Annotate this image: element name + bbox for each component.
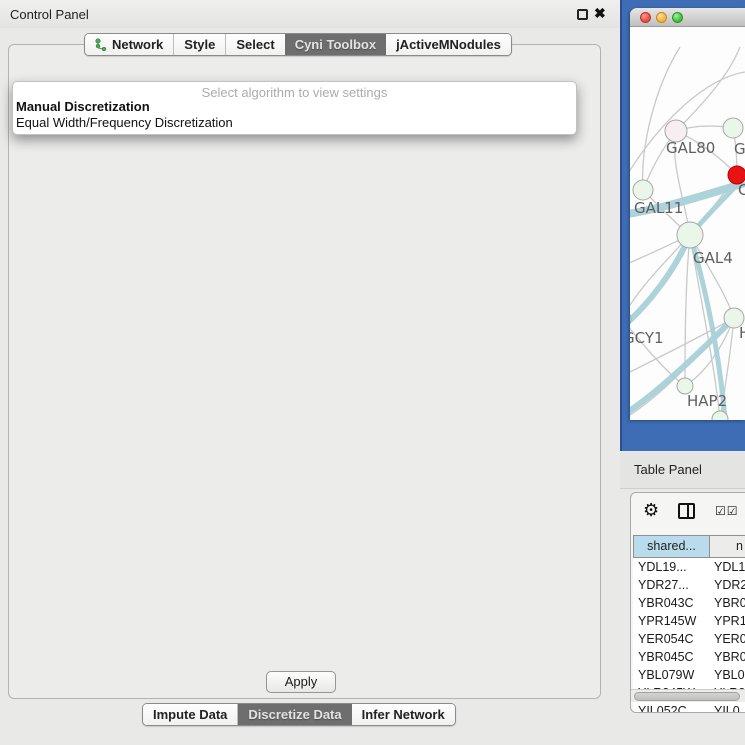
table-row[interactable]: YIL052CYIL0 — [633, 702, 745, 713]
cell-shared-name: YER054C — [633, 630, 714, 648]
close-traffic-light[interactable] — [640, 12, 651, 23]
apply-button[interactable]: Apply — [266, 671, 336, 693]
cell-name: YBR0 — [714, 594, 745, 612]
tab-network-label: Network — [112, 34, 163, 55]
close-icon[interactable]: ✖ — [594, 5, 606, 22]
cell-name: YPR1 — [714, 612, 745, 630]
table-header-row: shared... n — [633, 535, 745, 558]
column-header-shared[interactable]: shared... — [633, 535, 710, 558]
tab-select[interactable]: Select — [226, 34, 284, 55]
tab-impute-data-label: Impute Data — [153, 704, 227, 725]
popup-item[interactable]: Manual Discretization — [13, 99, 576, 115]
network-icon — [95, 38, 107, 51]
gear-icon[interactable]: ⚙ — [643, 500, 659, 521]
node-label: GA — [734, 140, 745, 158]
tab-style-label: Style — [184, 34, 215, 55]
scrollbar-thumb[interactable] — [634, 692, 740, 701]
tab-cyni-toolbox-label: Cyni Toolbox — [295, 34, 376, 55]
split-table-icon[interactable] — [678, 503, 695, 519]
node-label: HAP2 — [687, 392, 727, 410]
table-panel-title: Table Panel — [634, 462, 702, 477]
node-label: H — [739, 324, 745, 342]
table-row[interactable]: YBR043CYBR0 — [633, 594, 745, 612]
cell-shared-name: YBR045C — [633, 648, 714, 666]
cell-shared-name: YPR145W — [633, 612, 714, 630]
popup-placeholder: Select algorithm to view settings — [13, 82, 576, 99]
table-row[interactable]: YBR045CYBR0 — [633, 648, 745, 666]
cell-shared-name: YDL19... — [633, 558, 714, 576]
cell-shared-name: YBR043C — [633, 594, 714, 612]
zoom-traffic-light[interactable] — [672, 12, 683, 23]
network-node[interactable] — [633, 180, 653, 200]
cell-name: YDL1 — [714, 558, 745, 576]
network-node[interactable] — [630, 310, 631, 328]
tab-style[interactable]: Style — [174, 34, 226, 55]
table-horizontal-scrollbar[interactable] — [631, 689, 745, 702]
cell-name: YER0 — [714, 630, 745, 648]
network-node[interactable] — [677, 222, 703, 248]
top-tab-bar: Network Style Select Cyni Toolbox jActiv… — [84, 33, 512, 56]
table-row[interactable]: YDL19...YDL1 — [633, 558, 745, 576]
tab-cyni-toolbox[interactable]: Cyni Toolbox — [285, 34, 386, 55]
bottom-tab-bar: Impute Data Discretize Data Infer Networ… — [142, 703, 456, 726]
network-window-titlebar[interactable] — [630, 8, 745, 27]
minimize-traffic-light[interactable] — [656, 12, 667, 23]
node-label: GAL80 — [666, 139, 715, 157]
tab-discretize-data[interactable]: Discretize Data — [238, 704, 351, 725]
cell-name: YBR0 — [714, 648, 745, 666]
node-label: C — [738, 181, 745, 199]
tab-jactivemnodules-label: jActiveMNodules — [396, 34, 501, 55]
tab-discretize-data-label: Discretize Data — [248, 704, 341, 725]
popup-item[interactable]: Equal Width/Frequency Discretization — [13, 115, 576, 131]
checkbox-icons[interactable]: ☑☑ — [715, 504, 739, 518]
tab-infer-network[interactable]: Infer Network — [352, 704, 455, 725]
node-label: GCY1 — [630, 329, 664, 347]
cyni-toolbox-panel — [8, 44, 601, 699]
control-panel-titlebar: Control Panel ✖ — [0, 0, 620, 28]
tab-select-label: Select — [236, 34, 274, 55]
tab-impute-data[interactable]: Impute Data — [143, 704, 238, 725]
table-panel-container: ⚙ ☑☑ shared... n YDL19...YDL1YDR27...YDR… — [630, 492, 745, 713]
network-view-window: GAL80 GA C GAL11 GAL4 GCY1 H HAP2 — [630, 8, 745, 420]
panel-title: Control Panel — [10, 7, 89, 22]
cell-shared-name: YIL052C — [633, 702, 714, 713]
table-row[interactable]: YPR145WYPR1 — [633, 612, 745, 630]
cell-name: YBL0 — [714, 666, 745, 684]
tab-jactivemnodules[interactable]: jActiveMNodules — [386, 34, 511, 55]
tab-network[interactable]: Network — [85, 34, 174, 55]
table-row[interactable]: YDR27...YDR2 — [633, 576, 745, 594]
node-label: GAL11 — [634, 199, 683, 217]
algorithm-dropdown-popup: Select algorithm to view settings Manual… — [12, 81, 577, 135]
table-row[interactable]: YER054CYER0 — [633, 630, 745, 648]
column-header-name[interactable]: n — [710, 535, 745, 558]
table-panel-titlebar: Table Panel — [620, 452, 745, 489]
network-canvas[interactable]: GAL80 GA C GAL11 GAL4 GCY1 H HAP2 — [630, 27, 745, 420]
node-label: GAL4 — [693, 249, 733, 267]
cell-name: YDR2 — [714, 576, 745, 594]
float-window-icon[interactable] — [577, 9, 588, 20]
tab-infer-network-label: Infer Network — [362, 704, 445, 725]
cell-shared-name: YDR27... — [633, 576, 714, 594]
cell-name: YIL0 — [714, 702, 745, 713]
table-row[interactable]: YBL079WYBL0 — [633, 666, 745, 684]
cell-shared-name: YBL079W — [633, 666, 714, 684]
network-node[interactable] — [723, 118, 743, 138]
